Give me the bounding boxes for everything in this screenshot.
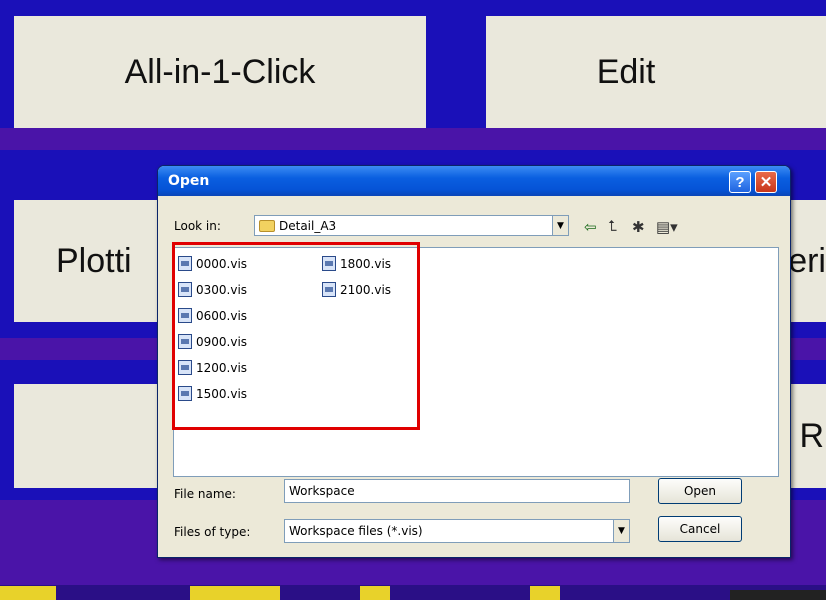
edit-button[interactable]: Edit bbox=[486, 16, 826, 128]
file-name: 1200.vis bbox=[196, 360, 248, 375]
file-name: 0300.vis bbox=[196, 282, 248, 297]
all-in-1-click-label: All-in-1-Click bbox=[124, 52, 316, 91]
vis-file-icon bbox=[178, 256, 192, 271]
list-item[interactable]: 0900.vis bbox=[178, 334, 247, 349]
file-name: 0900.vis bbox=[196, 334, 248, 349]
back-icon[interactable]: ⇦ bbox=[584, 218, 597, 236]
file-name: 1500.vis bbox=[196, 386, 248, 401]
help-button[interactable]: ? bbox=[729, 171, 751, 193]
chevron-down-icon[interactable]: ▼ bbox=[613, 520, 629, 542]
series-label: eri bbox=[788, 241, 826, 280]
bottom-decoration bbox=[190, 586, 280, 600]
files-of-type-dropdown[interactable]: Workspace files (*.vis) ▼ bbox=[284, 519, 630, 543]
help-icon: ? bbox=[735, 173, 745, 191]
bottom-decoration bbox=[360, 586, 390, 600]
vis-file-icon bbox=[178, 360, 192, 375]
bottom-decoration bbox=[530, 586, 560, 600]
file-name-label: File name: bbox=[174, 487, 236, 501]
close-button[interactable]: ✕ bbox=[755, 171, 777, 193]
bg-button-bottom-right-label: R bbox=[799, 416, 824, 455]
dialog-titlebar[interactable]: Open bbox=[158, 166, 790, 196]
edit-label: Edit bbox=[596, 52, 656, 91]
bottom-decoration bbox=[730, 590, 826, 600]
new-folder-icon[interactable]: ✱ bbox=[632, 218, 645, 236]
file-name: 1800.vis bbox=[340, 256, 392, 271]
all-in-1-click-button[interactable]: All-in-1-Click bbox=[14, 16, 426, 128]
view-menu-icon[interactable]: ▤▾ bbox=[656, 218, 678, 236]
file-list[interactable]: 0000.vis 0300.vis 0600.vis 0900.vis 1200… bbox=[173, 247, 779, 477]
file-name: 0000.vis bbox=[196, 256, 248, 271]
open-dialog: Open ? ✕ Look in: Detail_A3 ▼ ⇦ ⮤ ✱ ▤▾ 0… bbox=[157, 165, 791, 558]
vis-file-icon bbox=[178, 386, 192, 401]
vis-file-icon bbox=[322, 256, 336, 271]
list-item[interactable]: 2100.vis bbox=[322, 282, 391, 297]
chevron-down-icon[interactable]: ▼ bbox=[552, 216, 568, 235]
look-in-value: Detail_A3 bbox=[279, 218, 337, 233]
vis-file-icon bbox=[178, 334, 192, 349]
file-name-value: Workspace bbox=[289, 484, 355, 498]
list-item[interactable]: 1800.vis bbox=[322, 256, 391, 271]
file-name: 0600.vis bbox=[196, 308, 248, 323]
look-in-label: Look in: bbox=[174, 219, 221, 233]
vis-file-icon bbox=[178, 308, 192, 323]
open-button[interactable]: Open bbox=[658, 478, 742, 504]
list-item[interactable]: 0600.vis bbox=[178, 308, 247, 323]
dialog-title: Open bbox=[168, 173, 210, 189]
vis-file-icon bbox=[178, 282, 192, 297]
plotting-label: Plotti bbox=[56, 241, 132, 280]
cancel-button-label: Cancel bbox=[679, 522, 721, 536]
bottom-strip bbox=[0, 585, 826, 600]
bottom-decoration bbox=[0, 586, 56, 600]
list-item[interactable]: 0300.vis bbox=[178, 282, 247, 297]
files-of-type-label: Files of type: bbox=[174, 525, 251, 539]
bg-band bbox=[0, 128, 826, 150]
list-item[interactable]: 1200.vis bbox=[178, 360, 247, 375]
vis-file-icon bbox=[322, 282, 336, 297]
files-of-type-value: Workspace files (*.vis) bbox=[289, 524, 423, 538]
open-button-label: Open bbox=[683, 484, 717, 498]
file-name: 2100.vis bbox=[340, 282, 392, 297]
up-folder-icon[interactable]: ⮤ bbox=[608, 218, 617, 235]
cancel-button[interactable]: Cancel bbox=[658, 516, 742, 542]
look-in-dropdown[interactable]: Detail_A3 ▼ bbox=[254, 215, 569, 236]
file-name-input[interactable]: Workspace bbox=[284, 479, 630, 503]
list-item[interactable]: 1500.vis bbox=[178, 386, 247, 401]
folder-icon bbox=[259, 219, 275, 232]
list-item[interactable]: 0000.vis bbox=[178, 256, 247, 271]
close-icon: ✕ bbox=[759, 174, 773, 191]
